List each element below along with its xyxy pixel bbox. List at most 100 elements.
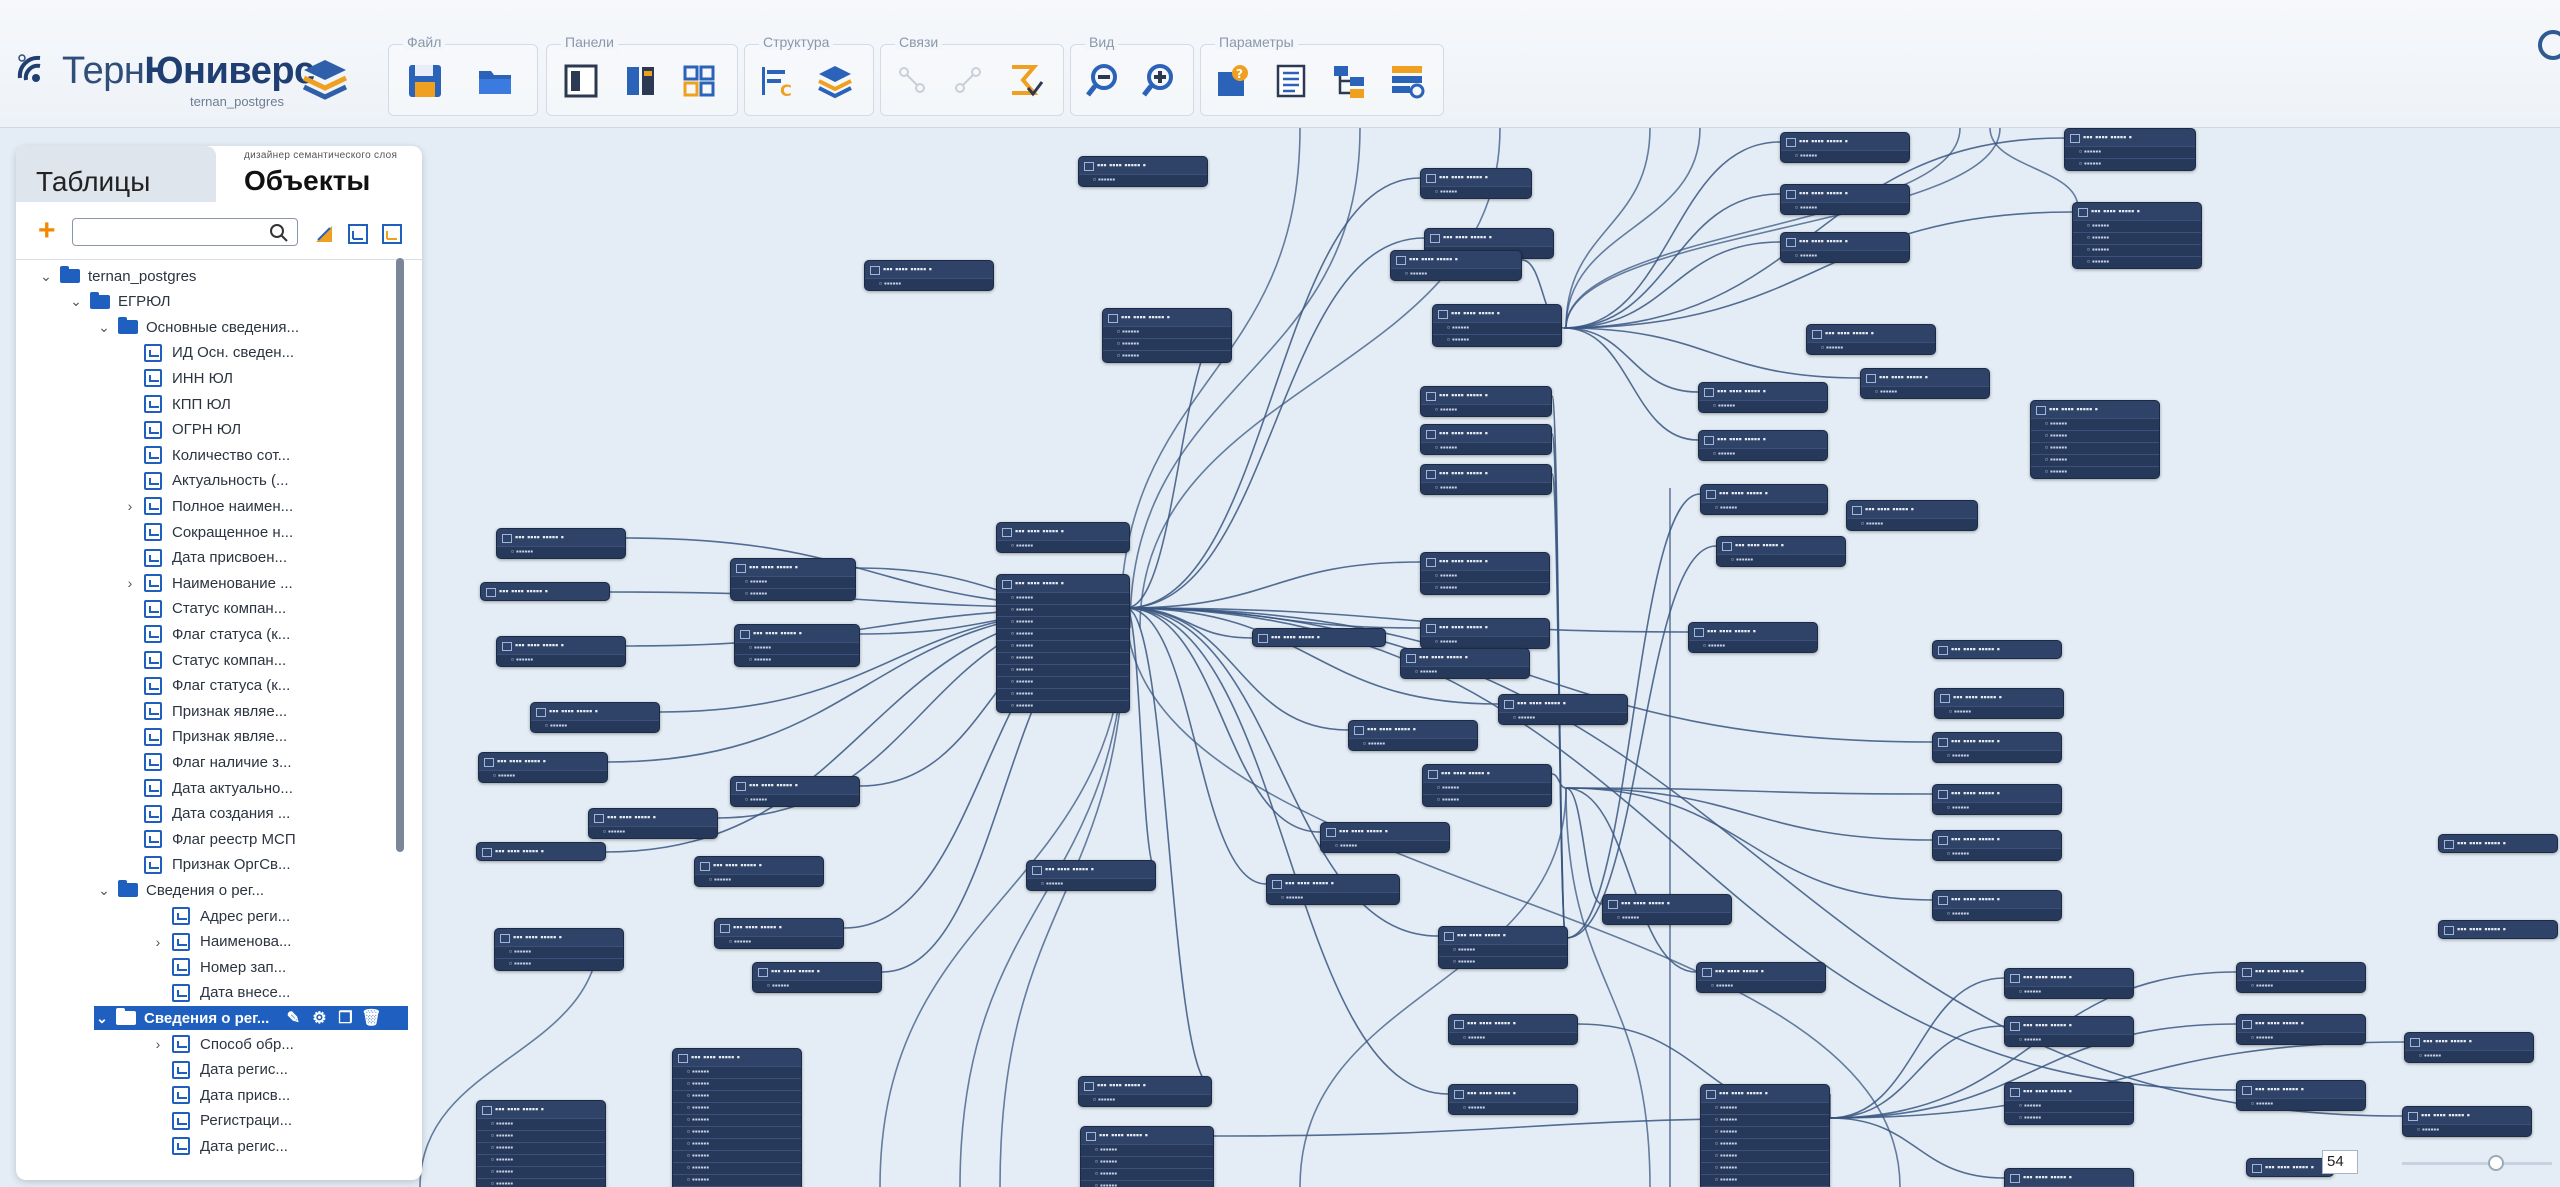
table-node[interactable]: ▪▪▪ ▪▪▪▪ ▪▪▪▪▪ ▪▫ ▪▪▪▪▪▪ [694, 856, 824, 887]
table-node[interactable]: ▪▪▪ ▪▪▪▪ ▪▪▪▪▪ ▪ [2246, 1158, 2334, 1177]
chevron-icon[interactable]: ⌄ [38, 268, 54, 285]
link-add-icon[interactable] [891, 59, 935, 103]
table-node[interactable]: ▪▪▪ ▪▪▪▪ ▪▪▪▪▪ ▪ ▫ ▪▪▪▪▪▪ ▫ ▪▪▪▪▪▪ ▫ ▪▪▪▪▪▪… [672, 1048, 802, 1187]
tree-attribute[interactable]: Флаг статуса (к... [122, 622, 290, 646]
table-node[interactable]: ▪▪▪ ▪▪▪▪ ▪▪▪▪▪ ▪ [2438, 834, 2558, 853]
table-node[interactable]: ▪▪▪ ▪▪▪▪ ▪▪▪▪▪ ▪▫ ▪▪▪▪▪▪ [1602, 894, 1732, 925]
table-node[interactable]: ▪▪▪ ▪▪▪▪ ▪▪▪▪▪ ▪ [476, 842, 606, 861]
open-folder-icon[interactable] [473, 59, 517, 103]
tree-attribute[interactable]: › Способ обр... [150, 1032, 294, 1056]
table-node[interactable]: ▪▪▪ ▪▪▪▪ ▪▪▪▪▪ ▪▫ ▪▪▪▪▪▪ [1934, 688, 2064, 719]
table-node[interactable]: ▪▪▪ ▪▪▪▪ ▪▪▪▪▪ ▪▫ ▪▪▪▪▪▪ [2236, 1080, 2366, 1111]
tree-folder[interactable]: ⌄ Сведения о рег... [96, 878, 264, 902]
table-node[interactable]: ▪▪▪ ▪▪▪▪ ▪▪▪▪▪ ▪▫ ▪▪▪▪▪▪ [1780, 132, 1910, 163]
tree-attribute[interactable]: Сокращенное н... [122, 520, 293, 544]
table-node[interactable]: ▪▪▪ ▪▪▪▪ ▪▪▪▪▪ ▪▫ ▪▪▪▪▪▪ [1266, 874, 1400, 905]
table-node[interactable]: ▪▪▪ ▪▪▪▪ ▪▪▪▪▪ ▪▫ ▪▪▪▪▪▪ [496, 528, 626, 559]
search-input[interactable] [72, 218, 298, 246]
tree-folder[interactable]: ⌄ ternan_postgres [38, 264, 196, 288]
tree-scrollbar[interactable] [396, 258, 404, 852]
table-node[interactable]: ▪▪▪ ▪▪▪▪ ▪▪▪▪▪ ▪▫ ▪▪▪▪▪▪ [588, 808, 718, 839]
table-node[interactable]: ▪▪▪ ▪▪▪▪ ▪▪▪▪▪ ▪▫ ▪▪▪▪▪▪ [1078, 156, 1208, 187]
table-node[interactable]: ▪▪▪ ▪▪▪▪ ▪▪▪▪▪ ▪▫ ▪▪▪▪▪▪ [1078, 1076, 1212, 1107]
add-attribute-icon[interactable] [346, 222, 370, 246]
edit-icon[interactable]: ✎ [283, 1008, 303, 1028]
table-node[interactable]: ▪▪▪ ▪▪▪▪ ▪▪▪▪▪ ▪ ▫ ▪▪▪▪▪▪ ▫ ▪▪▪▪▪▪ [734, 624, 860, 667]
tree-attribute[interactable]: Дата присв... [150, 1083, 290, 1107]
table-node[interactable]: ▪▪▪ ▪▪▪▪ ▪▪▪▪▪ ▪ [2438, 920, 2558, 939]
table-node[interactable]: ▪▪▪ ▪▪▪▪ ▪▪▪▪▪ ▪▫ ▪▪▪▪▪▪ [1846, 500, 1978, 531]
tree-attribute[interactable]: КПП ЮЛ [122, 392, 231, 416]
tree-attribute[interactable]: Дата актуально... [122, 776, 293, 800]
trash-icon[interactable]: 🗑 [361, 1008, 381, 1028]
table-node[interactable]: ▪▪▪ ▪▪▪▪ ▪▪▪▪▪ ▪▫ ▪▪▪▪▪▪ [1498, 694, 1628, 725]
save-icon[interactable] [403, 59, 447, 103]
table-node[interactable]: ▪▪▪ ▪▪▪▪ ▪▪▪▪▪ ▪▫ ▪▪▪▪▪▪ [714, 918, 844, 949]
table-node[interactable]: ▪▪▪ ▪▪▪▪ ▪▪▪▪▪ ▪ ▫ ▪▪▪▪▪▪ ▫ ▪▪▪▪▪▪ [730, 558, 856, 601]
tree-attribute[interactable]: Адрес реги... [150, 904, 290, 928]
table-node[interactable]: ▪▪▪ ▪▪▪▪ ▪▪▪▪▪ ▪▫ ▪▪▪▪▪▪ [1400, 648, 1530, 679]
tree-attribute[interactable]: Признак являе... [122, 725, 287, 749]
tree-attribute[interactable]: Флаг статуса (к... [122, 674, 290, 698]
tree-attribute[interactable]: ОГРН ЮЛ [122, 418, 241, 442]
table-node[interactable]: ▪▪▪ ▪▪▪▪ ▪▪▪▪▪ ▪▫ ▪▪▪▪▪▪ [2004, 1168, 2134, 1187]
table-node[interactable]: ▪▪▪ ▪▪▪▪ ▪▪▪▪▪ ▪▫ ▪▪▪▪▪▪ [1806, 324, 1936, 355]
tree-attribute[interactable]: Признак являе... [122, 699, 287, 723]
table-node[interactable]: ▪▪▪ ▪▪▪▪ ▪▪▪▪▪ ▪▫ ▪▪▪▪▪▪ [478, 752, 608, 783]
table-node[interactable]: ▪▪▪ ▪▪▪▪ ▪▪▪▪▪ ▪ ▫ ▪▪▪▪▪▪ ▫ ▪▪▪▪▪▪ [1432, 304, 1562, 347]
chevron-icon[interactable]: ⌄ [96, 319, 112, 336]
attribute-settings-icon[interactable] [380, 222, 404, 246]
table-node[interactable]: ▪▪▪ ▪▪▪▪ ▪▪▪▪▪ ▪ [480, 582, 610, 601]
zoom-level[interactable]: 54 [2322, 1150, 2358, 1174]
table-node[interactable]: ▪▪▪ ▪▪▪▪ ▪▪▪▪▪ ▪ [1252, 628, 1386, 647]
table-node[interactable]: ▪▪▪ ▪▪▪▪ ▪▪▪▪▪ ▪ ▫ ▪▪▪▪▪▪ ▫ ▪▪▪▪▪▪ ▫ ▪▪▪▪▪▪… [1080, 1126, 1214, 1187]
table-node[interactable]: ▪▪▪ ▪▪▪▪ ▪▪▪▪▪ ▪▫ ▪▪▪▪▪▪ [2402, 1106, 2532, 1137]
table-node[interactable]: ▪▪▪ ▪▪▪▪ ▪▪▪▪▪ ▪▫ ▪▪▪▪▪▪ [1348, 720, 1478, 751]
structure-icon[interactable]: C [755, 59, 799, 103]
layers-icon[interactable] [813, 59, 857, 103]
table-node[interactable]: ▪▪▪ ▪▪▪▪ ▪▪▪▪▪ ▪▫ ▪▪▪▪▪▪ [2004, 1016, 2134, 1047]
hierarchy-icon[interactable] [1327, 59, 1371, 103]
zoom-slider-handle[interactable] [2488, 1155, 2504, 1171]
table-node[interactable]: ▪▪▪ ▪▪▪▪ ▪▪▪▪▪ ▪▫ ▪▪▪▪▪▪ [1420, 618, 1550, 649]
table-node[interactable]: ▪▪▪ ▪▪▪▪ ▪▪▪▪▪ ▪ [1932, 640, 2062, 659]
tree-attribute[interactable]: Дата регис... [150, 1134, 288, 1158]
table-node[interactable]: ▪▪▪ ▪▪▪▪ ▪▪▪▪▪ ▪▫ ▪▪▪▪▪▪ [1698, 430, 1828, 461]
table-node[interactable]: ▪▪▪ ▪▪▪▪ ▪▪▪▪▪ ▪▫ ▪▪▪▪▪▪ [1932, 890, 2062, 921]
table-node[interactable]: ▪▪▪ ▪▪▪▪ ▪▪▪▪▪ ▪▫ ▪▪▪▪▪▪ [1932, 732, 2062, 763]
tree-attribute[interactable]: Статус компан... [122, 597, 286, 621]
tree-attribute[interactable]: Дата регис... [150, 1058, 288, 1082]
table-node[interactable]: ▪▪▪ ▪▪▪▪ ▪▪▪▪▪ ▪▫ ▪▪▪▪▪▪ [530, 702, 660, 733]
search-icon[interactable] [268, 222, 290, 244]
table-node[interactable]: ▪▪▪ ▪▪▪▪ ▪▪▪▪▪ ▪▫ ▪▪▪▪▪▪ [1026, 860, 1156, 891]
tree-attribute[interactable]: Регистраци... [150, 1109, 292, 1133]
list-icon[interactable] [1269, 59, 1313, 103]
table-node[interactable]: ▪▪▪ ▪▪▪▪ ▪▪▪▪▪ ▪▫ ▪▪▪▪▪▪ [1688, 622, 1818, 653]
table-node[interactable]: ▪▪▪ ▪▪▪▪ ▪▪▪▪▪ ▪▫ ▪▪▪▪▪▪ [1860, 368, 1990, 399]
table-node[interactable]: ▪▪▪ ▪▪▪▪ ▪▪▪▪▪ ▪▫ ▪▪▪▪▪▪ [1448, 1084, 1578, 1115]
tab-tables[interactable]: Таблицы [16, 146, 216, 202]
table-node[interactable]: ▪▪▪ ▪▪▪▪ ▪▪▪▪▪ ▪▫ ▪▪▪▪▪▪ [1780, 232, 1910, 263]
table-node[interactable]: ▪▪▪ ▪▪▪▪ ▪▪▪▪▪ ▪▫ ▪▪▪▪▪▪ [2404, 1032, 2534, 1063]
zoom-slider-track[interactable] [2402, 1162, 2552, 1165]
panel-grid-icon[interactable] [677, 59, 721, 103]
table-node[interactable]: ▪▪▪ ▪▪▪▪ ▪▪▪▪▪ ▪▫ ▪▪▪▪▪▪ [1420, 168, 1532, 199]
chevron-icon[interactable]: ⌄ [94, 1010, 110, 1027]
table-node[interactable]: ▪▪▪ ▪▪▪▪ ▪▪▪▪▪ ▪▫ ▪▪▪▪▪▪ [1420, 464, 1552, 495]
table-node[interactable]: ▪▪▪ ▪▪▪▪ ▪▪▪▪▪ ▪▫ ▪▪▪▪▪▪ [1696, 962, 1826, 993]
table-node[interactable]: ▪▪▪ ▪▪▪▪ ▪▪▪▪▪ ▪▫ ▪▪▪▪▪▪ [1320, 822, 1450, 853]
add-icon[interactable]: + [38, 216, 56, 246]
tree-attribute[interactable]: Дата внесе... [150, 981, 290, 1005]
tree-attribute[interactable]: Признак ОргСв... [122, 853, 291, 877]
table-node[interactable]: ▪▪▪ ▪▪▪▪ ▪▪▪▪▪ ▪ ▫ ▪▪▪▪▪▪ ▫ ▪▪▪▪▪▪ ▫ ▪▪▪▪▪▪… [1700, 1084, 1830, 1187]
gear-icon[interactable]: ⚙ [309, 1008, 329, 1028]
table-node[interactable]: ▪▪▪ ▪▪▪▪ ▪▪▪▪▪ ▪▫ ▪▪▪▪▪▪ [752, 962, 882, 993]
table-node[interactable]: ▪▪▪ ▪▪▪▪ ▪▪▪▪▪ ▪ ▫ ▪▪▪▪▪▪ ▫ ▪▪▪▪▪▪ [2004, 1082, 2134, 1125]
tree-attribute[interactable]: Флаг реестр МСП [122, 827, 296, 851]
tree-attribute[interactable]: Дата создания ... [122, 802, 290, 826]
tree-attribute[interactable]: Статус компан... [122, 648, 286, 672]
tree-attribute[interactable]: › Наименование ... [122, 571, 293, 595]
tree-attribute[interactable]: Количество сот... [122, 443, 290, 467]
tree-attribute[interactable]: Флаг наличие з... [122, 750, 291, 774]
panel-columns-icon[interactable] [619, 59, 663, 103]
